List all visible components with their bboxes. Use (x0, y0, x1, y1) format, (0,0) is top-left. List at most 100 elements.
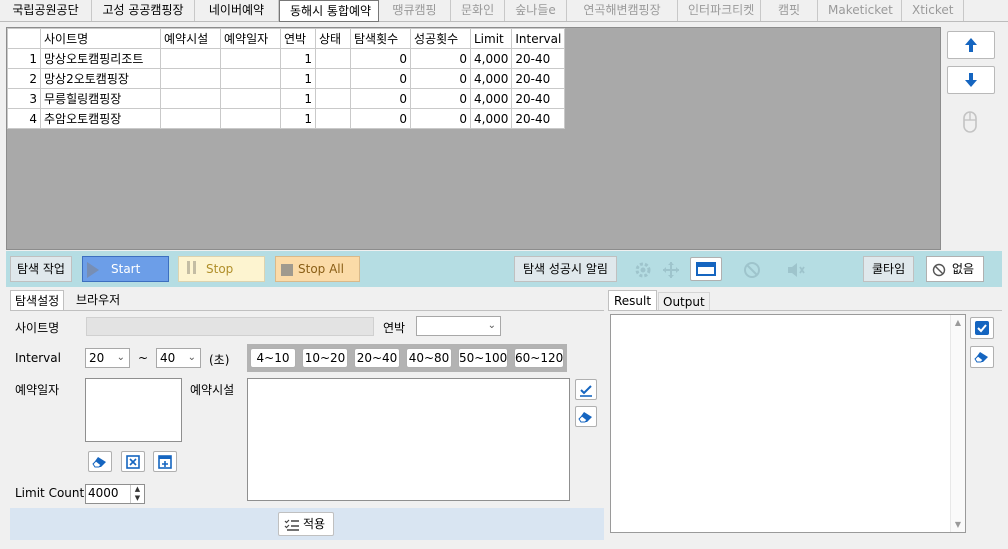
table-cell[interactable]: 4,000 (469, 48, 513, 69)
interval-from-select[interactable]: 20 ⌄ (85, 348, 130, 368)
interval-to-select[interactable]: 40 ⌄ (156, 348, 201, 368)
table-cell[interactable]: 0 (350, 108, 411, 129)
site-tab-9[interactable]: 인터파크티켓 (678, 0, 761, 21)
site-tab-3[interactable]: 네이버예약 (195, 0, 279, 21)
table-cell[interactable]: 1 (280, 68, 316, 89)
window-button[interactable] (690, 257, 722, 281)
table-cell[interactable] (160, 108, 221, 129)
table-cell[interactable] (220, 68, 281, 89)
table-row[interactable]: 2 망상2오토캠핑장 1 0 0 4,000 20-40 (7, 68, 566, 89)
table-cell[interactable]: 4,000 (469, 68, 513, 89)
start-button[interactable]: Start (82, 256, 169, 282)
column-header[interactable]: 연박 (280, 28, 316, 49)
table-cell[interactable] (315, 108, 351, 129)
tab-output[interactable]: Output (658, 292, 710, 311)
clear-dates-button[interactable] (88, 451, 112, 472)
gear-icon[interactable] (634, 261, 652, 282)
table-cell[interactable]: 무릉힐링캠핑장 (40, 88, 161, 109)
table-cell[interactable] (315, 48, 351, 69)
site-tab-2[interactable]: 고성 공공캠핑장 (92, 0, 195, 21)
column-header[interactable]: Interval (511, 28, 566, 49)
table-cell[interactable]: 4,000 (469, 108, 513, 129)
site-tab-6[interactable]: 문화인 (451, 0, 505, 21)
facility-list[interactable] (247, 378, 570, 501)
row-header[interactable]: 4 (7, 108, 41, 129)
move-down-button[interactable] (947, 66, 995, 94)
preset-4-10-button[interactable]: 4~10 (250, 348, 296, 368)
row-header[interactable]: 1 (7, 48, 41, 69)
result-log[interactable]: ▲ ▼ (610, 314, 966, 533)
preset-50-100-button[interactable]: 50~100 (458, 348, 508, 368)
column-header[interactable]: 상태 (315, 28, 351, 49)
block-icon[interactable] (743, 261, 761, 282)
tab-browser[interactable]: 브라우저 (72, 290, 124, 310)
table-cell[interactable]: 0 (350, 48, 411, 69)
stop-all-button[interactable]: Stop All (275, 256, 360, 282)
date-list[interactable] (85, 378, 182, 442)
limit-count-stepper[interactable]: 4000 ▲ ▼ (85, 484, 145, 504)
move-up-button[interactable] (947, 31, 995, 59)
site-tab-1[interactable]: 국립공원공단 (0, 0, 92, 21)
table-cell[interactable]: 1 (280, 48, 316, 69)
table-cell[interactable]: 0 (410, 108, 471, 129)
site-tab-11[interactable]: Maketicket (818, 0, 902, 21)
preset-40-80-button[interactable]: 40~80 (406, 348, 452, 368)
sound-icon[interactable] (786, 261, 806, 282)
site-tab-8[interactable]: 연곡해변캠핑장 (567, 0, 678, 21)
table-cell[interactable]: 망상오토캠핑리조트 (40, 48, 161, 69)
table-row[interactable]: 4 추암오토캠핑장 1 0 0 4,000 20-40 (7, 108, 566, 129)
table-cell[interactable]: 1 (280, 108, 316, 129)
table-cell[interactable]: 망상2오토캠핑장 (40, 68, 161, 89)
table-cell[interactable] (220, 48, 281, 69)
table-cell[interactable] (220, 88, 281, 109)
table-cell[interactable]: 0 (410, 88, 471, 109)
check-all-facilities-button[interactable] (575, 379, 597, 400)
site-tab-10[interactable]: 캠핏 (761, 0, 818, 21)
move-icon[interactable] (662, 261, 680, 282)
select-all-results-button[interactable] (970, 317, 994, 339)
table-cell[interactable]: 0 (410, 48, 471, 69)
column-header[interactable]: 사이트명 (40, 28, 161, 49)
table-cell[interactable] (315, 68, 351, 89)
column-header[interactable]: Limit (469, 28, 513, 49)
preset-60-120-button[interactable]: 60~120 (514, 348, 564, 368)
preset-20-40-button[interactable]: 20~40 (354, 348, 400, 368)
table-cell[interactable]: 0 (350, 88, 411, 109)
site-tab-7[interactable]: 숲나들e (505, 0, 567, 21)
row-header[interactable]: 2 (7, 68, 41, 89)
column-header[interactable]: 예약시설 (160, 28, 221, 49)
table-cell[interactable]: 0 (410, 68, 471, 89)
column-header[interactable]: 탐색횟수 (350, 28, 411, 49)
site-tab-12[interactable]: Xticket (902, 0, 964, 21)
table-cell[interactable]: 20-40 (511, 88, 566, 109)
table-cell[interactable] (160, 48, 221, 69)
table-row[interactable]: 3 무릉힐링캠핑장 1 0 0 4,000 20-40 (7, 88, 566, 109)
clear-results-button[interactable] (970, 346, 994, 368)
table-cell[interactable]: 4,000 (469, 88, 513, 109)
result-scrollbar[interactable]: ▲ ▼ (950, 315, 965, 532)
cooltime-select[interactable]: 없음 (926, 256, 984, 282)
column-header[interactable]: 예약일자 (220, 28, 281, 49)
row-header[interactable]: 3 (7, 88, 41, 109)
add-date-button[interactable] (153, 451, 177, 472)
preset-10-20-button[interactable]: 10~20 (302, 348, 348, 368)
table-cell[interactable]: 20-40 (511, 108, 566, 129)
column-header[interactable]: 성공횟수 (410, 28, 471, 49)
table-cell[interactable]: 20-40 (511, 68, 566, 89)
tab-search-settings[interactable]: 탐색설정 (10, 290, 65, 311)
scroll-up-icon[interactable]: ▲ (951, 318, 965, 327)
stepper-arrows[interactable]: ▲ ▼ (130, 485, 144, 503)
table-cell[interactable]: 1 (280, 88, 316, 109)
site-tab-4[interactable]: 동해시 통합예약 (279, 0, 379, 22)
table-cell[interactable] (160, 88, 221, 109)
table-cell[interactable]: 20-40 (511, 48, 566, 69)
chevron-up-icon[interactable]: ▲ (131, 485, 144, 494)
table-row[interactable]: 1 망상오토캠핑리조트 1 0 0 4,000 20-40 (7, 48, 566, 69)
chevron-down-icon[interactable]: ▼ (131, 494, 144, 503)
apply-button[interactable]: 적용 (278, 512, 334, 536)
stop-button[interactable]: Stop (178, 256, 265, 282)
column-header[interactable] (7, 28, 41, 49)
nights-select[interactable]: ⌄ (416, 316, 501, 336)
site-tab-5[interactable]: 땡큐캠핑 (379, 0, 451, 21)
delete-date-button[interactable] (121, 451, 145, 472)
